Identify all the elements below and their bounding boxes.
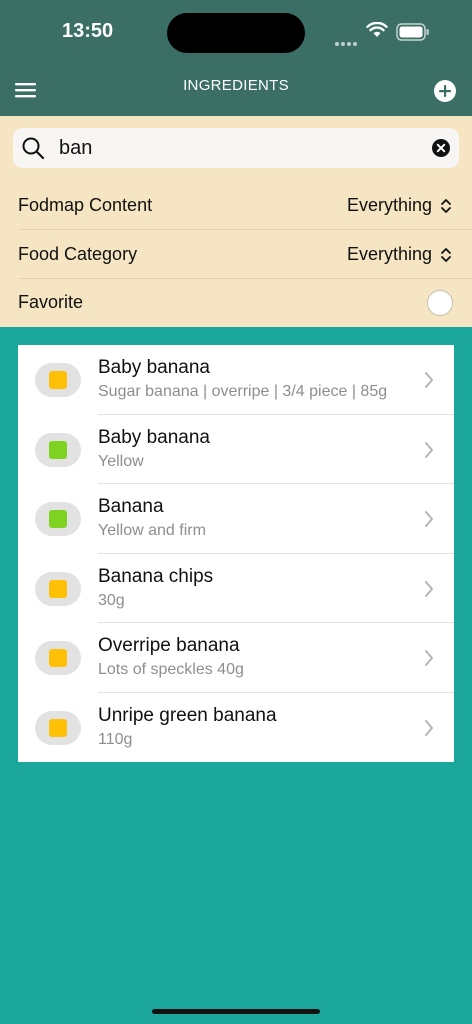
list-item[interactable]: Banana chips 30g: [18, 554, 454, 623]
item-description: Sugar banana | overripe | 3/4 piece | 85…: [98, 383, 388, 400]
filter-label: Fodmap Content: [18, 195, 153, 215]
food-category-filter[interactable]: Food Category Everything: [18, 231, 472, 279]
chevron-right-icon: [425, 372, 433, 388]
item-name: Banana: [98, 496, 164, 517]
item-description: Lots of speckles 40g: [98, 661, 244, 678]
chevron-right-icon: [425, 511, 433, 527]
fodmap-dot: [49, 440, 67, 459]
chevron-right-icon: [425, 650, 433, 666]
list-item[interactable]: Baby banana Sugar banana | overripe | 3/…: [18, 345, 454, 415]
chevron-right-icon: [425, 719, 433, 736]
add-icon[interactable]: [433, 79, 457, 103]
fodmap-dot: [49, 649, 67, 667]
item-description: 30g: [98, 591, 125, 609]
list-item[interactable]: Baby banana Yellow: [18, 415, 454, 484]
item-name: Unripe green banana: [98, 704, 277, 726]
chevron-right-icon: [425, 441, 433, 458]
fodmap-indicator: [35, 432, 81, 467]
filter-value[interactable]: Everything: [347, 244, 432, 265]
item-description: Yellow: [98, 452, 144, 470]
ingredient-list: Baby banana Sugar banana | overripe | 3/…: [18, 345, 454, 762]
list-item[interactable]: Unripe green banana 110g: [18, 693, 454, 763]
fodmap-indicator: [35, 641, 81, 675]
item-name: Baby banana: [98, 426, 210, 448]
filter-label: Favorite: [18, 292, 84, 312]
search-input[interactable]: ban: [13, 128, 459, 168]
fodmap-dot: [49, 579, 67, 598]
page-title: INGREDIENTS: [183, 77, 289, 94]
nav-header: 13:50 INGREDIENTS: [0, 0, 472, 116]
search-value: ban: [59, 137, 93, 159]
fodmap-dot: [49, 718, 67, 737]
list-item[interactable]: Banana Yellow and firm: [18, 484, 454, 554]
filter-value[interactable]: Everything: [347, 195, 432, 216]
fodmap-dot: [49, 510, 67, 528]
signal-icon: [335, 33, 359, 51]
search-icon: [22, 137, 45, 160]
status-time: 13:50: [62, 20, 114, 42]
fodmap-dot: [49, 371, 67, 389]
clear-search-icon[interactable]: [432, 139, 450, 157]
wifi-icon: [366, 22, 388, 37]
favorite-toggle[interactable]: [427, 290, 453, 316]
item-description: 110g: [98, 730, 133, 748]
chevron-up-down-icon: [441, 248, 451, 262]
item-name: Overripe banana: [98, 635, 240, 656]
battery-icon: [396, 23, 429, 41]
dynamic-island: [167, 13, 305, 53]
filter-label: Food Category: [18, 244, 138, 264]
fodmap-indicator: [35, 363, 81, 397]
list-item[interactable]: Overripe banana Lots of speckles 40g: [18, 623, 454, 693]
home-indicator[interactable]: [152, 1009, 320, 1014]
item-description: Yellow and firm: [98, 522, 206, 539]
fodmap-indicator: [35, 710, 81, 745]
item-name: Banana chips: [98, 565, 214, 587]
fodmap-indicator: [35, 571, 81, 606]
chevron-up-down-icon: [441, 199, 451, 213]
chevron-right-icon: [425, 580, 433, 597]
favorite-filter: Favorite: [18, 279, 472, 327]
filter-panel: ban Fodmap Content Everything Food Categ…: [0, 116, 472, 327]
item-name: Baby banana: [98, 357, 210, 378]
fodmap-content-filter[interactable]: Fodmap Content Everything: [18, 182, 472, 230]
fodmap-indicator: [35, 502, 81, 536]
